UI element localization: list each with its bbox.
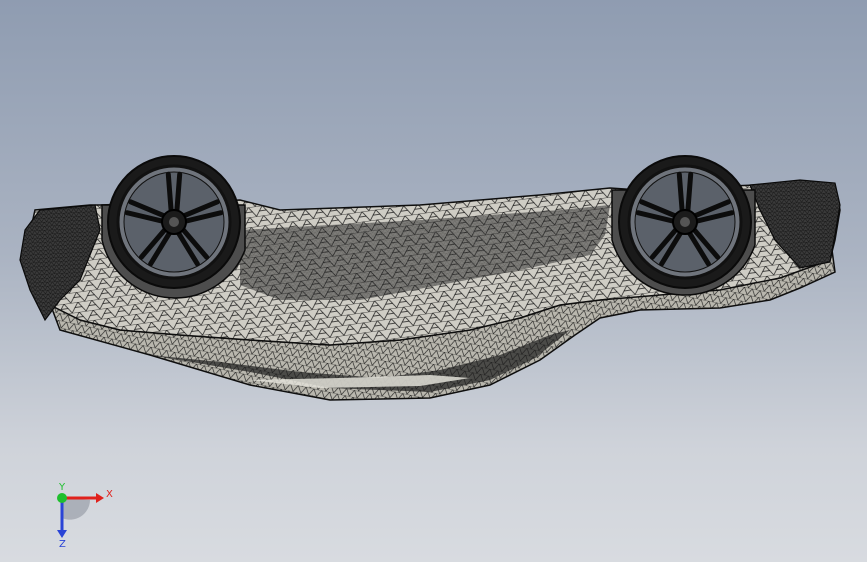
car-model[interactable] <box>0 0 867 562</box>
wheel-spoke <box>174 171 183 213</box>
front-wheel <box>618 155 752 289</box>
y-axis-dot-icon <box>57 493 67 503</box>
y-axis-label: Y <box>58 482 66 493</box>
coordinate-triad: X Y Z <box>57 482 113 548</box>
x-axis-arrow-icon <box>96 493 104 503</box>
z-axis-label: Z <box>59 539 66 548</box>
z-axis-arrow-icon <box>57 530 67 538</box>
x-axis-label: X <box>106 489 113 500</box>
wheel-spoke <box>165 171 174 213</box>
rear-wheel <box>107 155 241 289</box>
wheel-spoke <box>676 171 685 213</box>
triad-plane <box>62 498 90 520</box>
3d-viewport[interactable]: X Y Z <box>0 0 867 562</box>
wheel-spoke <box>685 171 694 213</box>
